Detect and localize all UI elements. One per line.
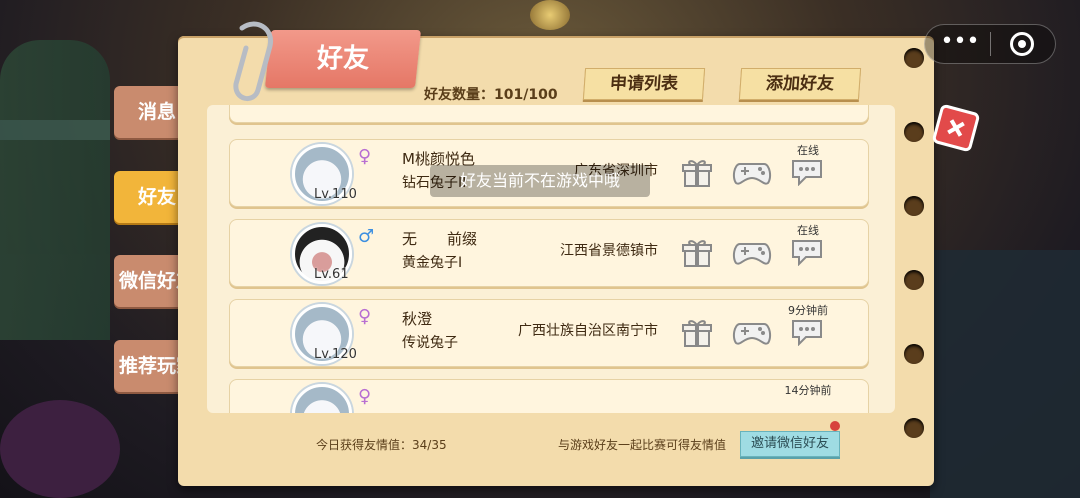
friend-count: 好友数量：101/100 [424, 84, 558, 104]
more-icon[interactable]: ••• [940, 30, 980, 58]
male-icon: ♂ [358, 226, 375, 247]
friends-list[interactable]: Lv.110 ♀ M桃颜悦色 钻石兔子II 广东省深圳市 在线 Lv.61 ♂ … [207, 105, 895, 413]
friendship-points-today: 今日获得友情值：34/35 [316, 438, 447, 452]
gift-icon[interactable] [682, 238, 712, 268]
background-chest [930, 250, 1080, 498]
friend-row[interactable]: ♀ 14分钟前 [229, 379, 869, 413]
friend-count-value: 101/100 [494, 87, 558, 103]
toast-message: 好友当前不在游戏中哦 [430, 165, 650, 197]
friend-level: Lv.110 [314, 187, 357, 202]
page-title: 好友 [316, 44, 369, 74]
friend-level: Lv.120 [314, 347, 357, 362]
female-icon: ♀ [358, 386, 372, 407]
apply-list-button[interactable]: 申请列表 [582, 68, 706, 100]
chat-bubble-icon[interactable] [790, 238, 824, 266]
female-icon: ♀ [358, 146, 372, 167]
close-icon[interactable] [931, 103, 981, 153]
invite-wechat-friends-button[interactable]: 邀请微信好友 [740, 431, 840, 457]
gift-icon[interactable] [682, 158, 712, 188]
online-status: 9分钟前 [788, 304, 828, 317]
friend-name: 无 前缀 [402, 230, 478, 248]
binder-ring [904, 270, 924, 290]
background-cauldron [0, 400, 120, 498]
friend-location: 江西省景德镇市 [560, 243, 658, 259]
add-friend-button[interactable]: 添加好友 [738, 68, 862, 100]
gift-icon[interactable] [682, 318, 712, 348]
friend-count-label: 好友数量： [424, 87, 494, 103]
paperclip-icon [233, 21, 274, 101]
gamepad-icon[interactable] [732, 158, 772, 188]
gamepad-icon[interactable] [732, 318, 772, 348]
friend-location: 广西壮族自治区南宁市 [518, 323, 658, 339]
background-lamp [530, 0, 570, 30]
online-status: 在线 [797, 144, 819, 157]
friend-level: Lv.61 [314, 267, 349, 282]
chat-bubble-icon[interactable] [790, 158, 824, 186]
friend-row-partial[interactable] [229, 105, 869, 123]
pin-icon [830, 421, 840, 431]
binder-ring [904, 344, 924, 364]
friendship-hint: 与游戏好友一起比赛可得友情值 [558, 438, 727, 452]
binder-ring [904, 48, 924, 68]
chat-bubble-icon[interactable] [790, 318, 824, 346]
online-status: 在线 [797, 224, 819, 237]
capsule-divider [990, 32, 991, 56]
online-status: 14分钟前 [784, 384, 832, 397]
friend-rank: 黄金兔子I [402, 255, 463, 271]
female-icon: ♀ [358, 306, 372, 327]
friend-rank: 传说兔子 [402, 335, 458, 351]
friend-name: 秋澄 [402, 310, 433, 328]
rabbit-avatar[interactable] [292, 384, 352, 413]
binder-ring [904, 418, 924, 438]
binder-ring [904, 196, 924, 216]
friend-row[interactable]: Lv.61 ♂ 无 前缀 黄金兔子I 江西省景德镇市 在线 [229, 219, 869, 287]
gamepad-icon[interactable] [732, 238, 772, 268]
background-door [0, 40, 110, 340]
friend-row[interactable]: Lv.120 ♀ 秋澄 传说兔子 广西壮族自治区南宁市 9分钟前 [229, 299, 869, 367]
binder-ring [904, 122, 924, 142]
exit-icon[interactable] [1010, 32, 1034, 56]
